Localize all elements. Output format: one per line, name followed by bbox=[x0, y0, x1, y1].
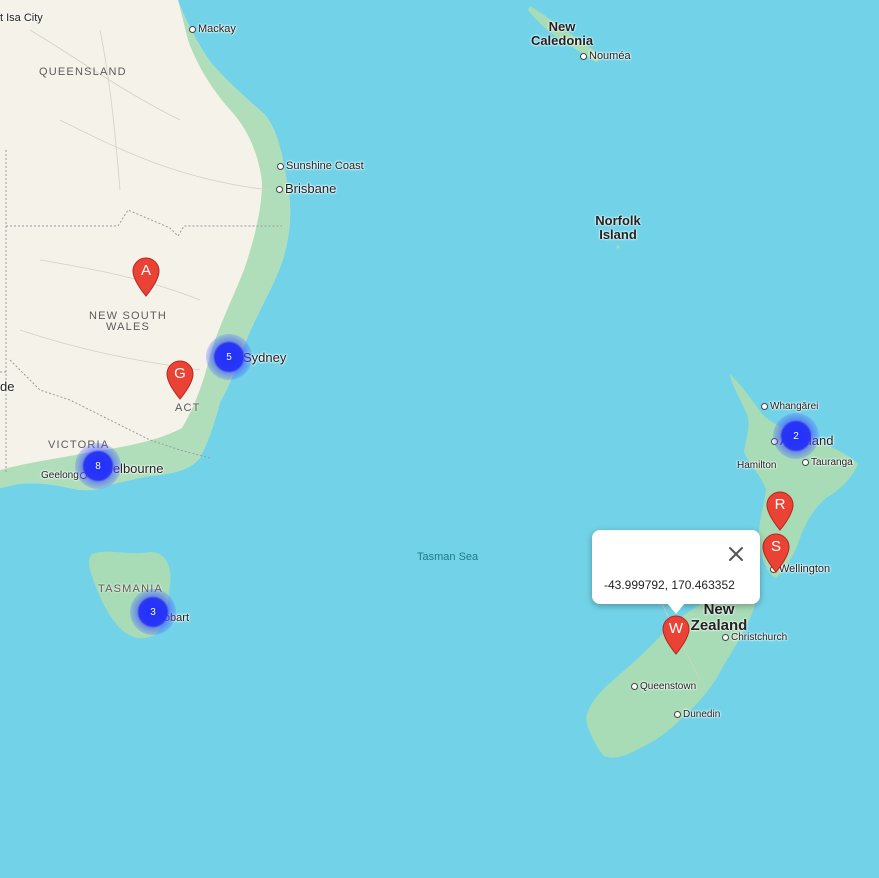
city-dot bbox=[722, 633, 729, 641]
city-dot bbox=[277, 162, 284, 170]
marker-s[interactable]: S bbox=[762, 533, 790, 573]
marker-a[interactable]: A bbox=[132, 257, 160, 297]
city-mount-isa: t Isa City bbox=[0, 12, 43, 24]
city-mackay: Mackay bbox=[189, 23, 236, 35]
city-dot bbox=[761, 402, 768, 410]
city-dot bbox=[189, 25, 196, 33]
cluster-marker-melbourne[interactable]: 8 bbox=[75, 443, 121, 489]
city-dot bbox=[802, 458, 809, 466]
region-act: ACT bbox=[175, 402, 201, 414]
cluster-marker-auckland[interactable]: 2 bbox=[773, 413, 819, 459]
info-window-tail bbox=[667, 603, 685, 614]
cluster-count: 3 bbox=[150, 606, 156, 618]
country-label-line: Zealand bbox=[690, 617, 748, 634]
cluster-marker-hobart[interactable]: 3 bbox=[130, 589, 176, 635]
country-norfolk-island: Norfolk Island bbox=[590, 214, 646, 242]
region-nsw-line-2: WALES bbox=[105, 321, 151, 333]
cluster-count: 5 bbox=[226, 351, 232, 363]
country-label-line: New bbox=[548, 19, 576, 34]
city-dot bbox=[276, 186, 283, 194]
norfolk-land bbox=[616, 245, 620, 249]
marker-label: G bbox=[174, 365, 186, 382]
country-label-line: Norfolk bbox=[595, 213, 641, 228]
close-icon bbox=[729, 547, 743, 561]
city-queenstown: Queenstown bbox=[631, 681, 696, 692]
city-dot bbox=[631, 682, 638, 690]
marker-label: W bbox=[668, 620, 684, 637]
region-queensland: QUEENSLAND bbox=[39, 66, 127, 78]
country-new-zealand: New Zealand bbox=[684, 602, 754, 634]
info-window: -43.999792, 170.463352 bbox=[592, 530, 760, 604]
city-brisbane: Brisbane bbox=[276, 181, 336, 196]
region-nsw: NEW SOUTH WALES bbox=[89, 311, 167, 333]
marker-g[interactable]: G bbox=[166, 360, 194, 400]
cluster-marker-sydney[interactable]: 5 bbox=[206, 334, 252, 380]
city-noumea: Nouméa bbox=[580, 50, 631, 62]
city-tauranga: Tauranga bbox=[802, 457, 853, 468]
city-whangarei: Whangārei bbox=[761, 401, 818, 412]
sea-tasman: Tasman Sea bbox=[417, 551, 479, 563]
city-dot bbox=[580, 52, 587, 60]
country-label-line: Island bbox=[599, 227, 637, 242]
marker-w[interactable]: W bbox=[662, 615, 690, 655]
cluster-count: 8 bbox=[95, 460, 101, 472]
marker-label: S bbox=[770, 538, 781, 555]
country-label-line: New bbox=[703, 601, 735, 618]
map-landmass bbox=[0, 0, 858, 758]
map-canvas[interactable]: t Isa City Mackay Sunshine Coast Brisban… bbox=[0, 0, 879, 878]
marker-label: A bbox=[140, 262, 151, 279]
city-hamilton: Hamilton bbox=[737, 460, 777, 471]
city-adelaide-fragment: de bbox=[0, 379, 15, 394]
city-sunshine-coast: Sunshine Coast bbox=[277, 160, 364, 172]
cluster-count: 2 bbox=[793, 430, 799, 442]
country-label-line: Caledonia bbox=[530, 33, 594, 48]
city-dunedin: Dunedin bbox=[674, 709, 720, 720]
info-window-coordinates: -43.999792, 170.463352 bbox=[604, 578, 735, 592]
close-button[interactable] bbox=[722, 540, 750, 568]
country-new-caledonia: New Caledonia bbox=[530, 20, 594, 48]
marker-label: R bbox=[774, 496, 786, 513]
marker-r[interactable]: R bbox=[766, 491, 794, 531]
city-dot bbox=[674, 710, 681, 718]
